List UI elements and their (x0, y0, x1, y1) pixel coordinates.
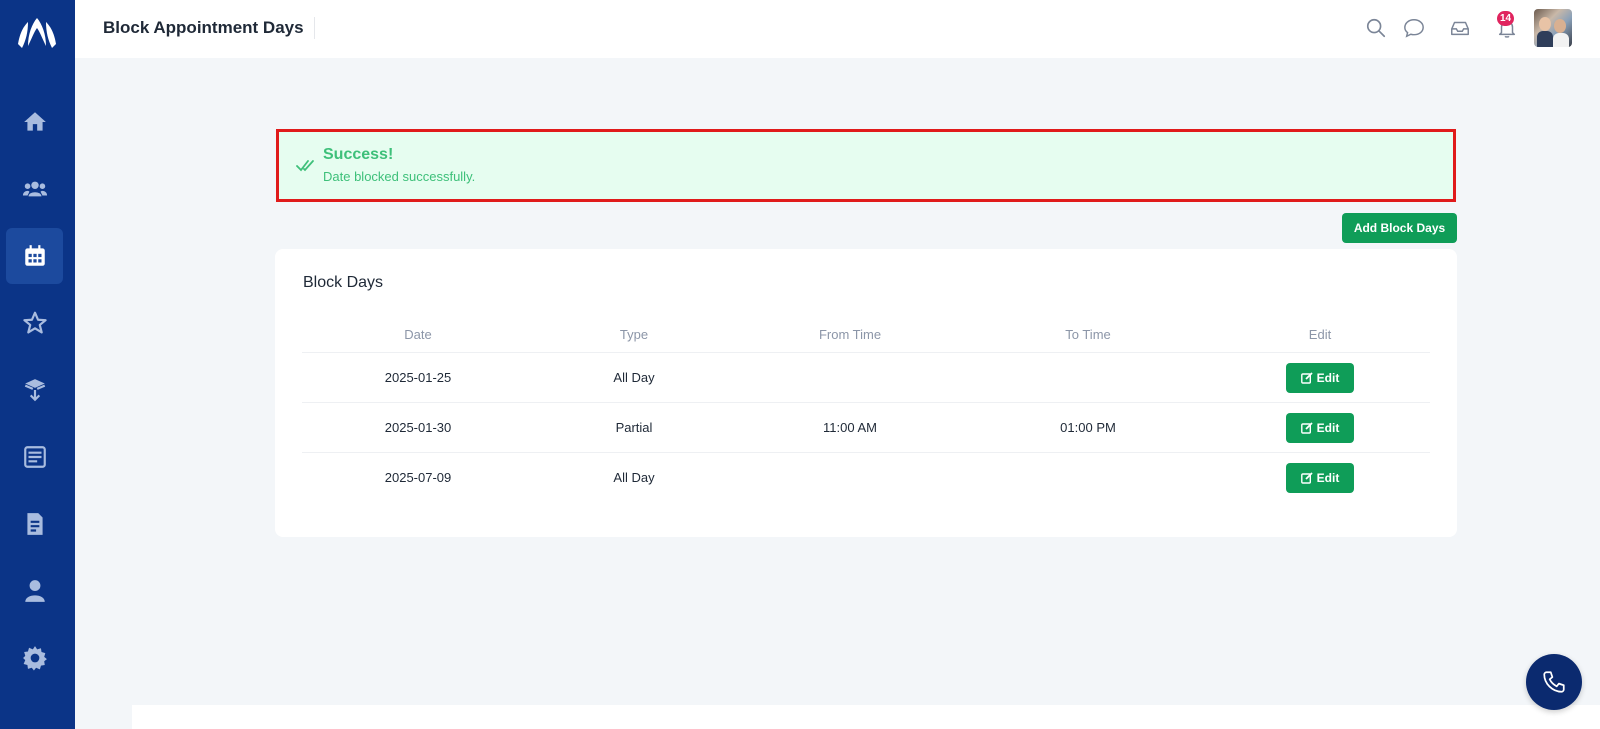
sidebar-item-settings[interactable] (6, 630, 63, 686)
type-cell: All Day (613, 470, 655, 485)
app-logo[interactable] (14, 14, 60, 54)
notification-badge: 14 (1497, 11, 1514, 26)
star-icon (22, 311, 47, 334)
success-alert: Success! Date blocked successfully. (276, 129, 1456, 202)
search-button[interactable] (1365, 17, 1387, 39)
table-row: 2025-01-25 All Day Edit (302, 353, 1430, 403)
from-time-cell (734, 353, 966, 402)
to-time-cell: 01:00 PM (1060, 420, 1116, 435)
table-row: 2025-07-09 All Day Edit (302, 453, 1430, 502)
calendar-icon (24, 245, 45, 266)
edit-cell: Edit (1210, 453, 1430, 502)
page-title: Block Appointment Days (103, 17, 315, 39)
alert-message: Date blocked successfully. (323, 169, 476, 184)
from-time-cell: 11:00 AM (823, 420, 877, 435)
phone-icon (1543, 671, 1565, 693)
table-row: 2025-01-30 Partial 11:00 AM 01:00 PM Edi… (302, 403, 1430, 453)
to-time-cell (966, 453, 1210, 502)
sidebar (0, 0, 75, 729)
box-icon (24, 379, 45, 402)
edit-button[interactable]: Edit (1286, 462, 1354, 493)
sidebar-item-reports[interactable] (6, 429, 63, 485)
sidebar-item-inventory[interactable] (6, 362, 63, 418)
sidebar-item-documents[interactable] (6, 496, 63, 552)
report-icon (23, 446, 46, 468)
sidebar-item-home[interactable] (6, 94, 63, 150)
sidebar-item-profile[interactable] (6, 563, 63, 619)
column-header-from-time: From Time (818, 326, 882, 342)
date-cell: 2025-01-30 (384, 420, 452, 435)
search-icon (1366, 18, 1386, 38)
edit-label: Edit (1316, 470, 1340, 485)
sidebar-item-calendar[interactable] (6, 228, 63, 284)
to-time-cell (966, 353, 1210, 402)
edit-icon (1300, 421, 1313, 434)
type-cell: All Day (613, 370, 655, 385)
block-days-table: Date Type From Time To Time Edit 2025-01… (302, 316, 1430, 502)
column-header-date: Date (404, 326, 432, 342)
from-time-cell (734, 453, 966, 502)
users-icon (22, 181, 47, 197)
inbox-button[interactable] (1449, 17, 1471, 39)
sidebar-item-patients[interactable] (6, 161, 63, 217)
type-cell: Partial (615, 420, 653, 435)
date-cell: 2025-07-09 (384, 470, 452, 485)
avatar[interactable] (1534, 9, 1572, 47)
column-header-type: Type (619, 326, 649, 342)
double-check-icon (296, 160, 314, 172)
user-icon (24, 580, 45, 602)
edit-button[interactable]: Edit (1286, 362, 1354, 393)
edit-cell: Edit (1210, 353, 1430, 402)
column-header-to-time: To Time (1065, 326, 1111, 342)
inbox-icon (1451, 21, 1469, 36)
messages-button[interactable] (1403, 17, 1425, 39)
edit-cell: Edit (1210, 403, 1430, 452)
block-days-card: Block Days Date Type From Time To Time E… (275, 249, 1457, 537)
home-icon (23, 112, 46, 131)
footer-bar (132, 705, 1600, 729)
edit-button[interactable]: Edit (1286, 412, 1354, 443)
date-cell: 2025-01-25 (384, 370, 452, 385)
document-icon (26, 513, 43, 535)
column-header-edit: Edit (1308, 326, 1332, 342)
gear-icon (22, 646, 47, 671)
edit-icon (1300, 371, 1313, 384)
add-block-days-button[interactable]: Add Block Days (1342, 213, 1457, 243)
call-button[interactable] (1526, 654, 1582, 710)
alert-title: Success! (323, 146, 394, 163)
chat-bubble-icon (1404, 19, 1424, 38)
card-title: Block Days (303, 274, 384, 291)
edit-icon (1300, 471, 1313, 484)
edit-label: Edit (1316, 370, 1340, 385)
edit-label: Edit (1316, 420, 1340, 435)
table-header-row: Date Type From Time To Time Edit (302, 316, 1430, 353)
sidebar-item-reviews[interactable] (6, 295, 63, 351)
